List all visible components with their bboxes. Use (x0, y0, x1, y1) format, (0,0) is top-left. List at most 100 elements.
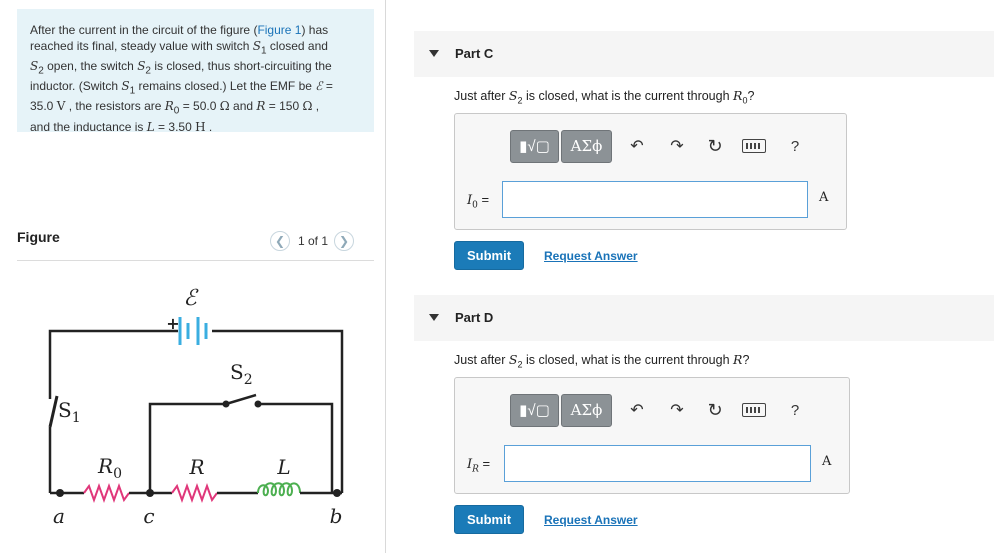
reset-icon[interactable]: ↻ (704, 136, 726, 157)
problem-text: is closed, thus short-circuiting the (150, 58, 332, 73)
question-text: ? (742, 353, 750, 367)
question-text: is closed, what is the current through (522, 89, 734, 103)
part-c-header[interactable]: Part C (414, 31, 994, 77)
wire-inner-right (258, 402, 334, 493)
symbol-s1: S (252, 38, 262, 53)
r0-label: R0 (97, 454, 122, 482)
node-c-label: c (143, 504, 154, 528)
figure-pager: ❮ 1 of 1 ❯ (270, 231, 355, 251)
var-eq: = (477, 192, 490, 207)
math-toolbar: ▮√▢ ΑΣϕ ↶ ↷ ↻ ? (510, 128, 806, 164)
collapse-triangle-icon[interactable] (429, 314, 439, 321)
emf-label: ℰ (183, 286, 199, 311)
problem-text: , (312, 99, 320, 114)
s1-label-sub: 1 (72, 410, 81, 426)
greek-symbols-button[interactable]: ΑΣϕ (561, 393, 612, 427)
node-b (333, 489, 341, 497)
part-c-request-answer-link[interactable]: Request Answer (544, 249, 638, 263)
answer-unit: A (819, 190, 829, 205)
s1-label: S1 (58, 398, 81, 426)
s2-label: S2 (230, 360, 253, 388)
part-d-title: Part D (455, 310, 494, 325)
wire-inner-left (148, 402, 226, 493)
part-c-question: Just after S2 is closed, what is the cur… (454, 88, 754, 106)
var-eq: = (478, 456, 491, 471)
question-text: Just after (454, 89, 509, 103)
part-d-answer-input[interactable] (504, 445, 811, 482)
ohm-unit: Ω (302, 99, 313, 114)
resistor-r0 (83, 483, 130, 503)
part-d-header[interactable]: Part D (414, 295, 994, 341)
circuit-diagram: ℰ + S1 S2 R0 R L a c b (44, 286, 344, 528)
undo-icon[interactable]: ↶ (626, 136, 648, 156)
problem-text: open, the switch (43, 58, 138, 73)
redo-icon[interactable]: ↷ (666, 136, 688, 156)
part-d-question: Just after S2 is closed, what is the cur… (454, 352, 749, 370)
question-text: ? (747, 89, 755, 103)
node-a-label: a (53, 504, 65, 528)
problem-statement: After the current in the circuit of the … (17, 9, 374, 134)
answer-variable-label: IR = (467, 456, 490, 475)
r0-value: = 50.0 (179, 99, 220, 114)
part-d-submit-button[interactable]: Submit (454, 505, 524, 534)
left-panel: After the current in the circuit of the … (0, 0, 386, 553)
greek-symbols-button[interactable]: ΑΣϕ (561, 129, 612, 163)
emf-value: 35.0 (30, 99, 54, 114)
part-d-request-answer-link[interactable]: Request Answer (544, 513, 638, 527)
problem-text: and (229, 99, 257, 114)
help-icon[interactable]: ? (784, 402, 806, 419)
part-c-answer-input[interactable] (502, 181, 808, 218)
problem-text: = (322, 79, 333, 94)
math-toolbar: ▮√▢ ΑΣϕ ↶ ↷ ↻ ? (510, 392, 806, 428)
problem-text: reached its final, steady value with swi… (30, 38, 253, 53)
r-label: R (188, 455, 204, 479)
symbol-emf: ℰ (315, 79, 323, 94)
keyboard-icon[interactable] (742, 403, 766, 417)
chevron-left-icon[interactable]: ❮ (270, 231, 290, 251)
figure-title: Figure (17, 229, 60, 245)
templates-button[interactable]: ▮√▢ (510, 393, 559, 427)
redo-icon[interactable]: ↷ (666, 400, 688, 420)
symbol-s1: S (121, 79, 130, 94)
l-label: L (276, 455, 290, 479)
chevron-right-icon[interactable]: ❯ (334, 231, 355, 251)
r0-label-main: R (97, 454, 113, 478)
help-icon[interactable]: ? (784, 138, 806, 155)
s2-label-main: S (230, 360, 244, 384)
undo-icon[interactable]: ↶ (626, 400, 648, 420)
s1-label-main: S (58, 398, 72, 422)
ohm-unit: Ω (219, 99, 230, 114)
problem-text: and the inductance is (30, 119, 147, 134)
node-c (146, 489, 154, 497)
problem-text: closed and (266, 38, 328, 53)
resistor-r (171, 483, 218, 503)
r0-label-sub: 0 (113, 466, 122, 482)
problem-text: ) has (301, 23, 329, 37)
part-d-answer-panel: ▮√▢ ΑΣϕ ↶ ↷ ↻ ? IR = A (454, 377, 850, 494)
l-unit: H (195, 119, 206, 134)
question-text: is closed, what is the current through (522, 353, 734, 367)
answer-variable-label: I0 = (467, 192, 489, 211)
var-sub: R (472, 464, 479, 475)
problem-text: , the resistors are (65, 99, 165, 114)
problem-text: inductor. (Switch (30, 79, 122, 94)
figure-link[interactable]: Figure 1 (257, 23, 301, 37)
switch-s2-contact (254, 400, 262, 408)
problem-text: . (205, 119, 213, 134)
answer-unit: A (822, 454, 832, 469)
collapse-triangle-icon[interactable] (429, 50, 439, 57)
templates-button[interactable]: ▮√▢ (510, 129, 559, 163)
l-value: = 3.50 (154, 119, 196, 134)
node-b-label: b (330, 504, 343, 528)
problem-text: After the current in the circuit of the … (30, 23, 258, 37)
symbol-s2: S (30, 58, 39, 73)
divider (17, 260, 374, 261)
problem-text: remains closed.) Let the EMF be (135, 79, 316, 94)
r-value: = 150 (265, 99, 303, 114)
symbol-l: L (146, 119, 155, 134)
part-c-answer-panel: ▮√▢ ΑΣϕ ↶ ↷ ↻ ? I0 = A (454, 113, 847, 230)
reset-icon[interactable]: ↻ (704, 400, 726, 421)
plus-label: + (166, 314, 179, 333)
keyboard-icon[interactable] (742, 139, 766, 153)
part-c-submit-button[interactable]: Submit (454, 241, 524, 270)
